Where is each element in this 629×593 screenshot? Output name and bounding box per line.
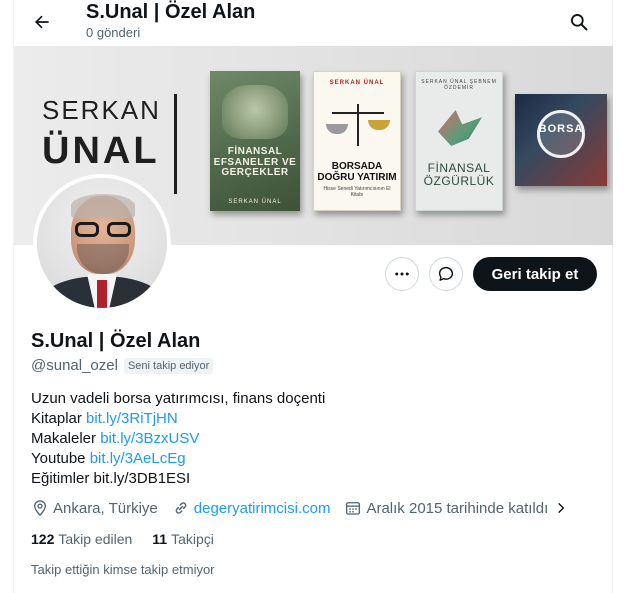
search-button[interactable]	[563, 6, 595, 38]
book-title: BORSADA DOĞRU YATIRIM	[317, 161, 397, 183]
calendar-icon	[346, 502, 361, 515]
more-button[interactable]	[385, 257, 419, 291]
top-bar: S.Unal | Özel Alan 0 gönderi	[14, 0, 614, 46]
scale-pan-left	[326, 124, 348, 134]
search-icon	[571, 14, 588, 31]
followers-stat[interactable]: 11 Takipçi	[152, 531, 214, 547]
avatar[interactable]	[33, 174, 171, 312]
location: Ankara, Türkiye	[31, 499, 158, 517]
message-icon	[438, 266, 454, 281]
bio-line: Youtube bit.ly/3AeLcEg	[31, 449, 325, 469]
book-cover-2: SERKAN ÜNAL BORSADA DOĞRU YATIRIM Hisse …	[313, 71, 401, 211]
more-horizontal-icon	[395, 272, 409, 276]
following-count: 122	[31, 531, 55, 547]
profile-name: S.Unal | Özel Alan	[31, 330, 201, 352]
books-link[interactable]: bit.ly/3RiTjHN	[86, 410, 178, 427]
website[interactable]: degeryatirimcisi.com	[172, 499, 331, 517]
post-count: 0 gönderi	[86, 25, 141, 40]
chevron-right-icon[interactable]	[554, 501, 568, 515]
scale-pan-right	[368, 120, 390, 130]
brand-last-name: ÜNAL	[42, 130, 160, 172]
bio-line: Eğitimler bit.ly/3DB1ESI	[31, 469, 325, 489]
book-author: SERKAN ÜNAL	[228, 199, 282, 205]
avatar-glasses	[75, 222, 131, 238]
brand-first-name: SERKAN	[42, 95, 161, 125]
banner-divider	[174, 94, 177, 194]
avatar-tie	[97, 280, 107, 308]
profile-column: S.Unal | Özel Alan 0 gönderi SERKAN ÜNAL…	[13, 0, 613, 593]
book-cover-4: BORSA	[515, 94, 607, 186]
location-text: Ankara, Türkiye	[53, 499, 158, 517]
book-title: FİNANSAL ÖZGÜRLÜK	[423, 161, 495, 188]
bird-icon	[438, 110, 482, 146]
link-icon	[175, 502, 187, 514]
scale-beam	[332, 112, 384, 114]
follows-you-badge: Seni takip ediyor	[123, 357, 214, 374]
bio-line: Uzun vadeli borsa yatırımcısı, finans do…	[31, 389, 325, 409]
book-title: BORSA	[538, 123, 584, 135]
scale-icon	[357, 104, 359, 146]
profile-meta: Ankara, Türkiye degeryatirimcisi.com Ara…	[31, 499, 568, 517]
website-link[interactable]: degeryatirimcisi.com	[194, 500, 331, 517]
book-cover-3: SERKAN ÜNAL ŞEBNEM ÖZDEMİR FİNANSAL ÖZGÜ…	[415, 71, 503, 211]
arrow-left-icon	[35, 15, 49, 29]
following-label: Takip edilen	[58, 531, 133, 547]
bio-text: Uzun vadeli borsa yatırımcısı, finans do…	[31, 390, 326, 407]
profile-bio: Uzun vadeli borsa yatırımcısı, finans do…	[31, 389, 325, 489]
avatar-hair	[71, 194, 135, 218]
follow-back-button[interactable]: Geri takip et	[473, 257, 597, 291]
bio-text: Makaleler	[31, 430, 101, 447]
back-button[interactable]	[26, 6, 58, 38]
follow-counts: 122 Takip edilen 11 Takipçi	[31, 531, 214, 547]
book-title: FİNANSAL EFSANELER VE GERÇEKLER	[213, 146, 297, 178]
following-stat[interactable]: 122 Takip edilen	[31, 531, 132, 547]
articles-link[interactable]: bit.ly/3BzxUSV	[100, 430, 199, 447]
book-author: SERKAN ÜNAL	[329, 80, 385, 86]
location-pin-icon	[34, 500, 46, 517]
join-date-text: Aralık 2015 tarihinde katıldı	[366, 499, 549, 517]
join-date: Aralık 2015 tarihinde katıldı	[344, 499, 548, 517]
banner-brand: SERKAN ÜNAL	[42, 95, 161, 173]
youtube-link[interactable]: bit.ly/3AeLcEg	[90, 450, 186, 467]
followers-count: 11	[152, 531, 168, 547]
message-button[interactable]	[429, 257, 463, 291]
bio-text: Youtube	[31, 450, 90, 467]
handle-row: @sunal_ozel Seni takip ediyor	[31, 357, 214, 374]
mutual-followers-note: Takip ettiğin kimse takip etmiyor	[31, 562, 215, 577]
book-cover-art	[222, 85, 288, 139]
followers-label: Takipçi	[171, 531, 214, 547]
header-title: S.Unal | Özel Alan	[86, 1, 256, 23]
book-cover-1: FİNANSAL EFSANELER VE GERÇEKLER SERKAN Ü…	[210, 71, 300, 211]
bio-line: Makaleler bit.ly/3BzxUSV	[31, 429, 325, 449]
bio-line: Kitaplar bit.ly/3RiTjHN	[31, 409, 325, 429]
profile-handle: @sunal_ozel	[31, 357, 118, 374]
book-subtitle: Hisse Senedi Yatırımcısının El Kitabı	[323, 186, 391, 198]
book-author: SERKAN ÜNAL ŞEBNEM ÖZDEMİR	[421, 79, 497, 91]
bio-text: Kitaplar	[31, 410, 87, 427]
bio-text: Eğitimler bit.ly/3DB1ESI	[31, 470, 191, 487]
